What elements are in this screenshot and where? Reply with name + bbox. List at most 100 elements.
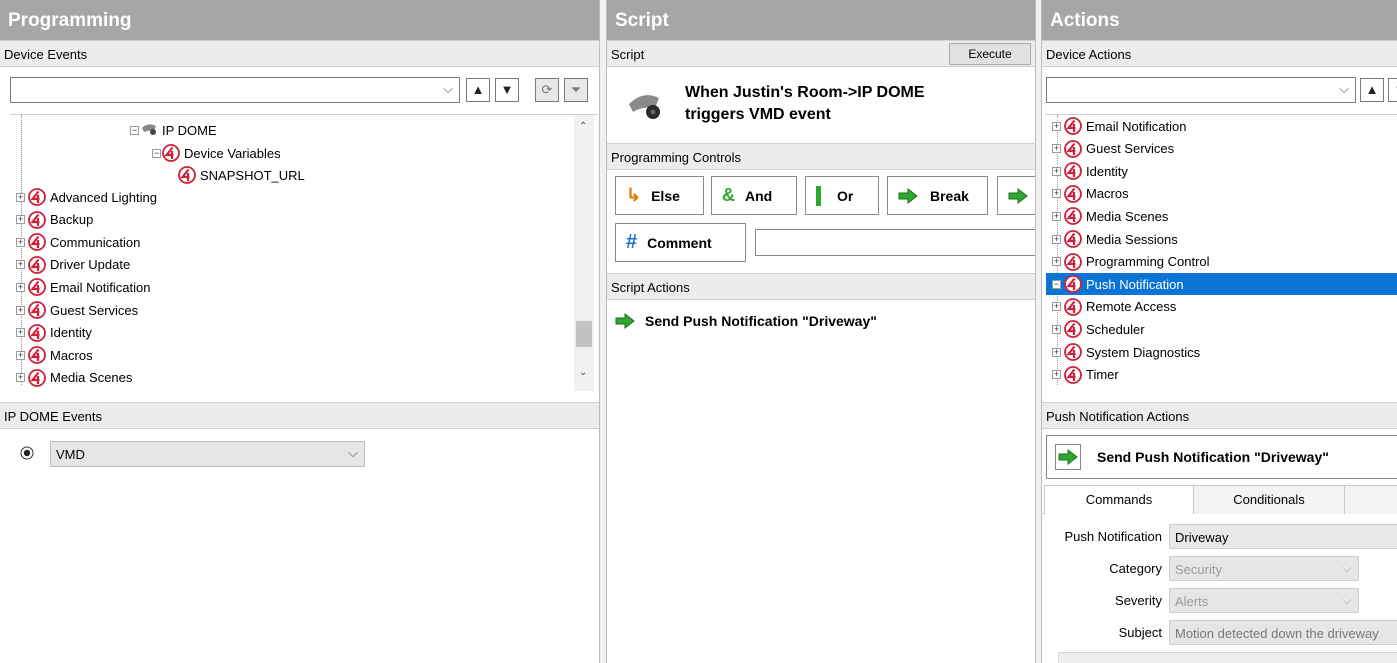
event-select[interactable]: VMD ⌵ xyxy=(50,441,365,467)
tree-item-programming-control[interactable]: + Programming Control xyxy=(1046,251,1397,273)
expand-icon[interactable]: + xyxy=(16,350,25,360)
device-tree: − IP DOME − Device Variables SNAPSHOT_UR… xyxy=(10,114,598,391)
tree-item-remote-access[interactable]: + Remote Access xyxy=(1046,296,1397,318)
subject-input[interactable]: Motion detected down the driveway xyxy=(1169,620,1397,645)
push-action-button[interactable]: Send Push Notification "Driveway" xyxy=(1046,435,1397,479)
programming-controls-header: Programming Controls xyxy=(607,143,1035,170)
expand-icon[interactable]: + xyxy=(1052,211,1061,221)
expand-icon[interactable]: + xyxy=(16,192,25,202)
tree-item-driver-update[interactable]: + Driver Update xyxy=(10,254,570,276)
push-notification-select[interactable]: Driveway xyxy=(1169,524,1397,549)
expand-icon[interactable]: + xyxy=(16,237,25,247)
event-select-value: VMD xyxy=(56,447,85,462)
expand-icon[interactable]: + xyxy=(16,305,25,315)
expand-icon[interactable]: + xyxy=(16,282,25,292)
expand-icon[interactable]: + xyxy=(1052,144,1061,154)
expand-icon[interactable]: + xyxy=(1052,370,1061,380)
control4-icon xyxy=(162,144,180,162)
device-actions-search[interactable]: ⌵ xyxy=(1046,77,1356,103)
tab-more[interactable] xyxy=(1344,485,1397,514)
green-arrow-icon xyxy=(615,313,635,329)
expand-icon[interactable]: + xyxy=(16,373,25,383)
tree-item-media-scenes[interactable]: + Media Scenes xyxy=(10,367,570,389)
expand-icon[interactable]: + xyxy=(1052,121,1061,131)
expand-icon[interactable]: + xyxy=(16,328,25,338)
move-up-button[interactable]: ▲ xyxy=(466,78,490,102)
tree-item-media-sessions[interactable]: + Media Sessions xyxy=(1046,228,1397,250)
tree-item-identity[interactable]: + Identity xyxy=(10,322,570,344)
tree-item-snapshot-url[interactable]: SNAPSHOT_URL xyxy=(178,164,305,186)
tree-item-label: Remote Access xyxy=(1086,299,1177,315)
break-button[interactable]: Break xyxy=(887,176,988,215)
tree-item-backup[interactable]: + Backup xyxy=(10,209,570,231)
control4-icon xyxy=(1064,162,1082,180)
scroll-down-icon[interactable]: ⌄ xyxy=(579,367,587,378)
tree-scrollbar[interactable]: ⌃ ⌄ xyxy=(574,115,594,391)
comment-button[interactable]: # Comment xyxy=(615,223,746,262)
else-label: Else xyxy=(651,187,680,204)
scrollbar-thumb[interactable] xyxy=(576,321,592,347)
tree-item-scheduler[interactable]: + Scheduler xyxy=(1046,318,1397,340)
control4-icon xyxy=(28,188,46,206)
event-radio[interactable] xyxy=(20,446,34,463)
tree-item-ip-dome[interactable]: − IP DOME xyxy=(130,119,217,141)
trigger-line-2: triggers VMD event xyxy=(685,106,831,123)
tree-item-macros[interactable]: + Macros xyxy=(10,344,570,366)
tree-item-device-variables[interactable]: − Device Variables xyxy=(152,142,281,164)
expand-icon[interactable]: + xyxy=(1052,166,1061,176)
control4-icon xyxy=(28,211,46,229)
expand-icon[interactable]: + xyxy=(1052,347,1061,357)
expand-icon[interactable]: + xyxy=(1052,189,1061,199)
push-action-label: Send Push Notification "Driveway" xyxy=(1097,449,1329,465)
tree-item-label: Push Notification xyxy=(1086,276,1184,292)
tree-item-guest-services[interactable]: + Guest Services xyxy=(10,299,570,321)
device-events-search[interactable]: ⌵ xyxy=(10,77,460,103)
and-button[interactable]: & And xyxy=(711,176,797,215)
tree-item-label: Macros xyxy=(1086,186,1129,202)
move-up-button[interactable]: ▲ xyxy=(1360,78,1384,102)
move-down-button[interactable]: ▼ xyxy=(495,78,519,102)
panel-title: Script xyxy=(607,0,1035,40)
tab-commands[interactable]: Commands xyxy=(1044,485,1194,514)
tree-item-advanced-lighting[interactable]: + Advanced Lighting xyxy=(10,186,570,208)
collapse-icon[interactable]: − xyxy=(1052,279,1061,289)
refresh-icon[interactable]: ⟳ xyxy=(535,78,559,102)
script-action-item[interactable]: Send Push Notification "Driveway" xyxy=(615,313,877,329)
expand-icon[interactable]: + xyxy=(1052,234,1061,244)
tree-item-email-notification[interactable]: + Email Notification xyxy=(10,276,570,298)
move-down-button[interactable]: ▼ xyxy=(1388,78,1397,102)
script-header-label: Script xyxy=(611,47,645,62)
more-control-button[interactable] xyxy=(997,176,1035,215)
chevron-down-icon: ⌵ xyxy=(348,445,358,460)
subject-value: Motion detected down the driveway xyxy=(1175,626,1379,641)
tree-item-macros[interactable]: + Macros xyxy=(1046,183,1397,205)
tree-item-guest-services[interactable]: + Guest Services xyxy=(1046,138,1397,160)
expand-icon[interactable]: + xyxy=(16,260,25,270)
collapse-icon: − xyxy=(152,147,161,158)
else-button[interactable]: ↳ Else xyxy=(615,176,704,215)
tree-item-timer[interactable]: + Timer xyxy=(1046,364,1397,386)
scroll-up-icon[interactable]: ⌃ xyxy=(579,121,587,132)
tab-conditionals[interactable]: Conditionals xyxy=(1193,485,1345,514)
message-area[interactable] xyxy=(1058,652,1397,663)
expand-icon[interactable]: + xyxy=(1052,324,1061,334)
expand-icon[interactable]: + xyxy=(1052,302,1061,312)
tree-item-system-diagnostics[interactable]: + System Diagnostics xyxy=(1046,341,1397,363)
filter-icon[interactable]: ⏷ xyxy=(564,78,588,102)
tree-item-push-notification[interactable]: − Push Notification xyxy=(1046,273,1397,296)
or-button[interactable]: Or xyxy=(805,176,879,215)
tree-item-label: Scheduler xyxy=(1086,321,1145,337)
tree-item-communication[interactable]: + Communication xyxy=(10,231,570,253)
expand-icon[interactable]: + xyxy=(16,215,25,225)
green-arrow-icon xyxy=(1055,444,1081,470)
tree-item-media-scenes[interactable]: + Media Scenes xyxy=(1046,205,1397,227)
tree-item-email-notification[interactable]: + Email Notification xyxy=(1046,115,1397,137)
tree-item-identity[interactable]: + Identity xyxy=(1046,160,1397,182)
control4-icon xyxy=(1064,207,1082,225)
execute-button[interactable]: Execute xyxy=(949,43,1031,65)
comment-input[interactable] xyxy=(755,229,1035,256)
expand-icon[interactable]: + xyxy=(1052,257,1061,267)
category-select[interactable]: Security ⌵ xyxy=(1169,556,1359,581)
control4-icon xyxy=(28,369,46,387)
severity-select[interactable]: Alerts ⌵ xyxy=(1169,588,1359,613)
